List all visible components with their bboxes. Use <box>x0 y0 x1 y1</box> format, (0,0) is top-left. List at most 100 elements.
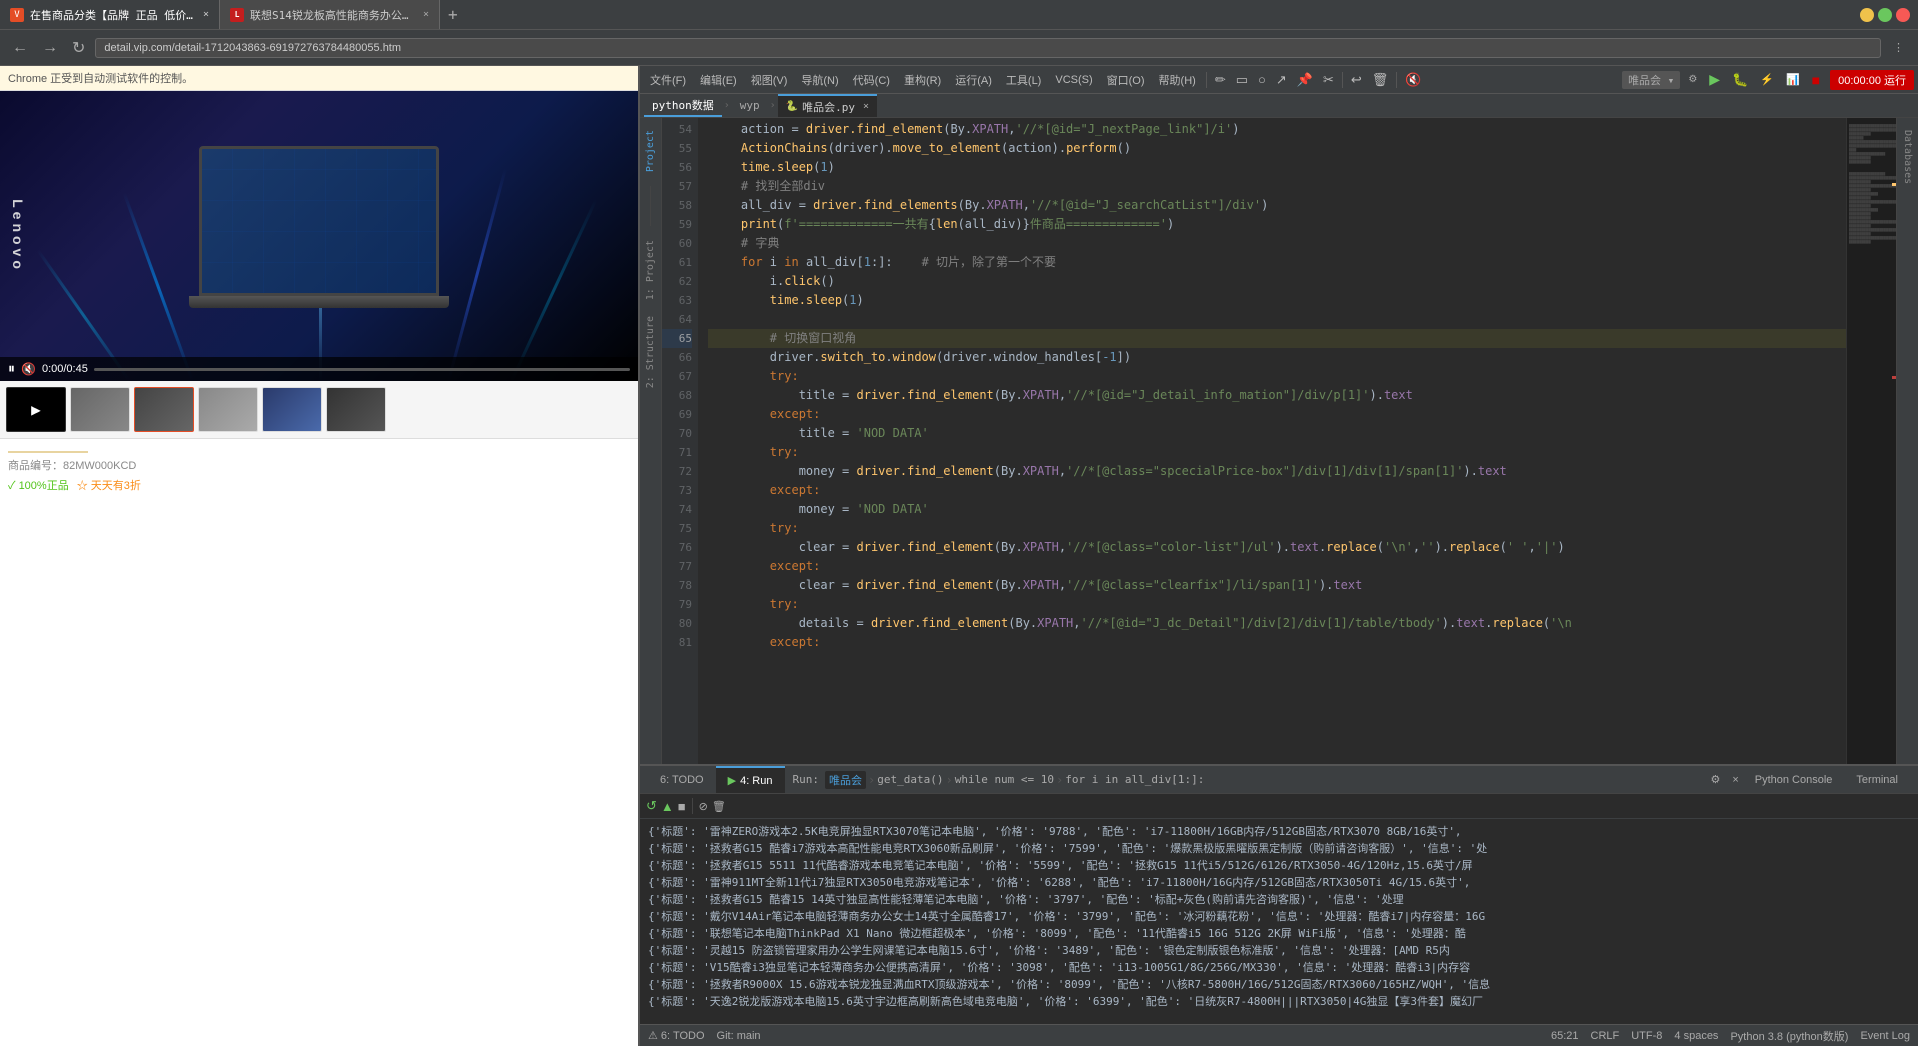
menu-navigate[interactable]: 导航(N) <box>795 66 844 93</box>
toolbar-arrow-icon[interactable]: ↗ <box>1272 70 1291 90</box>
toolbar-circle-icon[interactable]: ○ <box>1254 70 1270 89</box>
tab1-close[interactable]: × <box>203 9 209 20</box>
product-badges: ✓ 100%正品 ☆ 天天有3折 <box>8 477 630 493</box>
code-line-76: clear = driver.find_element(By.XPATH,'//… <box>708 538 1846 557</box>
thumb-2[interactable] <box>134 387 194 432</box>
menu-tools[interactable]: 工具(L) <box>1000 66 1047 93</box>
code-line-69: except: <box>708 405 1846 424</box>
sidebar-structure-label[interactable]: 1: Project <box>645 236 656 304</box>
code-line-58: all_div = driver.find_elements(By.XPATH,… <box>708 196 1846 215</box>
todo-count[interactable]: ⚠ 6: TODO <box>648 1029 705 1042</box>
code-line-75: try: <box>708 519 1846 538</box>
code-line-80: details = driver.find_element(By.XPATH,'… <box>708 614 1846 633</box>
output-line-10: {'标题': '拯救者R9000X 15.6游戏本锐龙独显满血RTX顶级游戏本'… <box>648 976 1910 993</box>
tab2-close[interactable]: × <box>423 9 429 20</box>
menu-run[interactable]: 运行(A) <box>949 66 998 93</box>
toolbar-scissors-icon[interactable]: ✂ <box>1319 70 1338 90</box>
toolbar-rect-icon[interactable]: ▭ <box>1232 70 1252 90</box>
bottom-tab-terminal[interactable]: Terminal <box>1844 766 1910 793</box>
run-breadcrumb-file[interactable]: 唯品会 <box>825 771 866 789</box>
minimize-button[interactable] <box>1860 8 1874 22</box>
menu-code[interactable]: 代码(C) <box>847 66 896 93</box>
minimap-content: ████████████████████████████████ ███████… <box>1847 118 1896 250</box>
mute-button[interactable]: 🔇 <box>21 362 36 376</box>
code-line-74: money = 'NOD DATA' <box>708 500 1846 519</box>
toolbar-play-green[interactable]: ▶ <box>1705 69 1724 90</box>
toolbar-coverage[interactable]: ⚡ <box>1756 71 1778 88</box>
run-up-button[interactable]: ▲ <box>659 797 676 816</box>
bottom-tabs-bar: 6: TODO ▶ 4: Run Run: 唯品会 › get_data() ›… <box>640 766 1918 794</box>
forward-button[interactable]: → <box>38 37 62 59</box>
toolbar-pin-icon[interactable]: 📌 <box>1293 70 1317 90</box>
toolbar-debug[interactable]: 🐛 <box>1728 70 1752 90</box>
right-sidebar-databases[interactable]: Databases <box>1902 126 1913 188</box>
code-line-78: clear = driver.find_element(By.XPATH,'//… <box>708 576 1846 595</box>
menu-refactor[interactable]: 重构(R) <box>898 66 947 93</box>
bottom-tab-run[interactable]: ▶ 4: Run <box>716 766 785 793</box>
play-pause-button[interactable]: ⏸ <box>8 361 15 377</box>
maximize-button[interactable] <box>1878 8 1892 22</box>
thumb-1[interactable] <box>70 387 130 432</box>
sidebar-separator-1 <box>650 186 651 226</box>
thumb-5[interactable] <box>326 387 386 432</box>
laptop-base <box>189 296 449 308</box>
bottom-tab-python-console[interactable]: Python Console <box>1743 766 1845 793</box>
tab-python-data[interactable]: python数据 <box>644 94 722 117</box>
todo-tab-label: 6: TODO <box>660 774 704 786</box>
filter-button[interactable]: ⊘ <box>697 798 710 815</box>
toolbar-stop-red[interactable]: ■ <box>1808 70 1824 90</box>
refresh-button[interactable]: ↻ <box>68 36 89 60</box>
python-version[interactable]: Python 3.8 (python数版) <box>1730 1028 1848 1044</box>
menu-edit[interactable]: 编辑(E) <box>694 66 743 93</box>
menu-help[interactable]: 帮助(H) <box>1153 66 1202 93</box>
window-close-button[interactable] <box>1896 8 1910 22</box>
browser-tab-1[interactable]: V 在售商品分类【品牌 正品 低价】 × <box>0 0 220 29</box>
new-tab-button[interactable]: + <box>440 5 466 24</box>
video-progress-bar[interactable] <box>94 368 630 371</box>
line-num-67: 67 <box>662 367 692 386</box>
event-log[interactable]: Event Log <box>1860 1028 1910 1044</box>
output-line-5: {'标题': '拯救者G15 酷睿15 14英寸独显高性能轻薄笔记本电脑', '… <box>648 891 1910 908</box>
line-num-58: 58 <box>662 196 692 215</box>
menu-view[interactable]: 视图(V) <box>745 66 794 93</box>
code-editor: 54 55 56 57 58 59 60 61 62 63 64 65 <box>662 118 1896 764</box>
sidebar-2-label[interactable]: 2: Structure <box>645 312 656 392</box>
clear-output-button[interactable]: 🗑 <box>710 798 728 815</box>
toolbar-run-config[interactable]: ⚙ <box>1684 72 1701 87</box>
rerun-button[interactable]: ↺ <box>644 796 659 816</box>
bottom-tab-todo[interactable]: 6: TODO <box>648 766 716 793</box>
run-inline-controls: Run: 唯品会 › get_data() › while num <= 10 … <box>789 771 1205 789</box>
menu-window[interactable]: 窗口(O) <box>1101 66 1151 93</box>
file-tab-close[interactable]: × <box>863 101 869 112</box>
toolbar-undo-icon[interactable]: ↩ <box>1347 70 1366 90</box>
cursor-position[interactable]: 65:21 <box>1551 1028 1579 1044</box>
git-status: Git: main <box>717 1030 761 1042</box>
indent-info[interactable]: 4 spaces <box>1674 1028 1718 1044</box>
line-endings[interactable]: CRLF <box>1591 1028 1620 1044</box>
code-content-area[interactable]: action = driver.find_element(By.XPATH,'/… <box>708 118 1846 764</box>
tab-file-weipinhui[interactable]: 🐍 唯品会.py × <box>778 94 877 117</box>
toolbar-volume-icon[interactable]: 🔇 <box>1401 70 1425 90</box>
line-num-56: 56 <box>662 158 692 177</box>
browser-tab-2[interactable]: L 联想S14锐龙板高性能商务办公笔... × <box>220 0 440 29</box>
toolbar-pencil-icon[interactable]: ✏ <box>1211 70 1230 90</box>
address-bar[interactable] <box>95 38 1881 58</box>
toolbar-profile[interactable]: 📊 <box>1782 71 1804 88</box>
toolbar-redo-icon[interactable]: 🗑 <box>1368 70 1393 90</box>
back-button[interactable]: ← <box>8 37 32 59</box>
stop-run-button[interactable]: ■ <box>676 797 688 816</box>
settings-icon[interactable]: ⚙ <box>1706 771 1724 788</box>
code-line-56: time.sleep(1) <box>708 158 1846 177</box>
menu-file[interactable]: 文件(F) <box>644 66 692 93</box>
file-encoding[interactable]: UTF-8 <box>1631 1028 1662 1044</box>
close-panel-icon[interactable]: × <box>1728 772 1742 788</box>
thumb-4[interactable] <box>262 387 322 432</box>
code-line-61: for i in all_div[1:]: # 切片，除了第一个不要 <box>708 253 1846 272</box>
sidebar-project-label[interactable]: Project <box>645 126 656 176</box>
laptop-screen <box>199 146 439 296</box>
tab-wyp[interactable]: wyp <box>732 94 768 117</box>
menu-vcs[interactable]: VCS(S) <box>1049 66 1098 93</box>
thumb-video-play[interactable] <box>6 387 66 432</box>
scheme-selector[interactable]: 唯品会 ▾ <box>1622 71 1680 89</box>
thumb-3[interactable] <box>198 387 258 432</box>
